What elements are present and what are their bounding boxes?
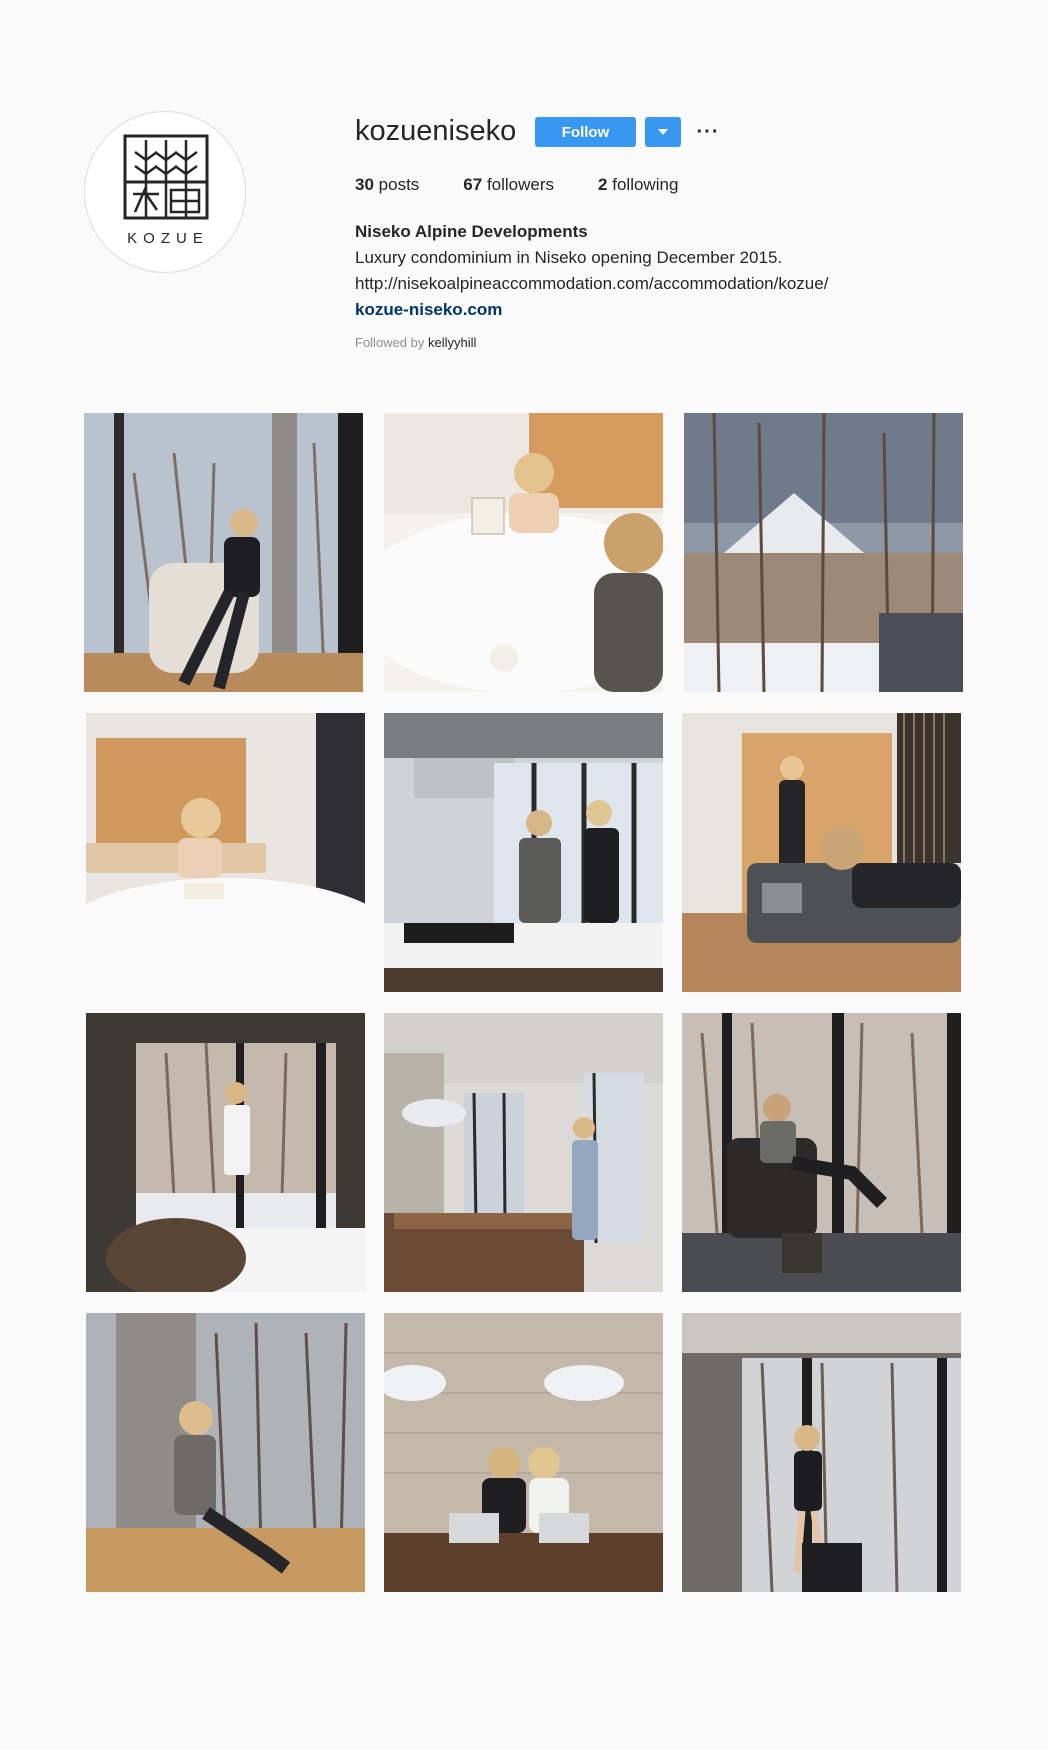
post-thumbnail[interactable]: [384, 1313, 663, 1592]
profile-stats: 30 posts 67 followers 2 following: [355, 175, 722, 195]
post-thumbnail[interactable]: [86, 1313, 365, 1592]
post-thumbnail[interactable]: [384, 1013, 663, 1292]
followed-by-label: Followed by: [355, 335, 425, 350]
profile-avatar[interactable]: KOZUE: [84, 111, 246, 273]
photo-thumbnail-image: [384, 713, 663, 992]
suggestions-dropdown-button[interactable]: [645, 117, 681, 147]
post-thumbnail[interactable]: [86, 1013, 365, 1292]
kozue-logo-icon: [123, 134, 209, 220]
post-thumbnail[interactable]: [84, 413, 363, 692]
followed-by: Followed by kellyyhill: [355, 335, 476, 350]
website-link[interactable]: kozue-niseko.com: [355, 297, 828, 323]
post-thumbnail[interactable]: [682, 1013, 961, 1292]
profile-bio: Niseko Alpine Developments Luxury condom…: [355, 219, 828, 323]
photo-thumbnail-image: [682, 713, 961, 992]
post-thumbnail[interactable]: [682, 713, 961, 992]
followers-stat[interactable]: 67 followers: [463, 175, 554, 195]
followers-count: 67: [463, 175, 483, 194]
photo-thumbnail-image: [384, 413, 663, 692]
profile-header: KOZUE kozueniseko Follow ··· 30 posts 67…: [0, 0, 1048, 400]
photo-thumbnail-image: [384, 1313, 663, 1592]
posts-stat: 30 posts: [355, 175, 419, 195]
post-thumbnail[interactable]: [86, 713, 365, 992]
profile-username: kozueniseko: [355, 115, 517, 147]
following-count: 2: [598, 175, 608, 194]
more-options-button[interactable]: ···: [696, 117, 720, 147]
photo-thumbnail-image: [384, 1013, 663, 1292]
bio-line: Luxury condominium in Niseko opening Dec…: [355, 248, 783, 267]
posts-label: posts: [378, 175, 420, 194]
follow-button[interactable]: Follow: [535, 117, 636, 147]
followed-by-user-link[interactable]: kellyyhill: [428, 335, 476, 350]
following-label: following: [612, 175, 679, 194]
post-thumbnail[interactable]: [684, 413, 963, 692]
profile-full-name: Niseko Alpine Developments: [355, 222, 588, 241]
following-stat[interactable]: 2 following: [598, 175, 678, 195]
caret-down-icon: [658, 129, 668, 135]
photo-thumbnail-image: [682, 1013, 961, 1292]
followers-label: followers: [486, 175, 555, 194]
bio-url-line: http://nisekoalpineaccommodation.com/acc…: [355, 274, 829, 293]
logo-text: KOZUE: [127, 230, 209, 247]
photo-thumbnail-image: [84, 413, 363, 692]
photo-thumbnail-image: [86, 1313, 365, 1592]
photo-thumbnail-image: [684, 413, 963, 692]
photo-thumbnail-image: [86, 1013, 365, 1292]
photo-thumbnail-image: [682, 1313, 961, 1592]
photo-thumbnail-image: [86, 713, 365, 992]
post-thumbnail[interactable]: [384, 413, 663, 692]
post-thumbnail[interactable]: [384, 713, 663, 992]
posts-count: 30: [355, 175, 374, 194]
post-thumbnail[interactable]: [682, 1313, 961, 1592]
